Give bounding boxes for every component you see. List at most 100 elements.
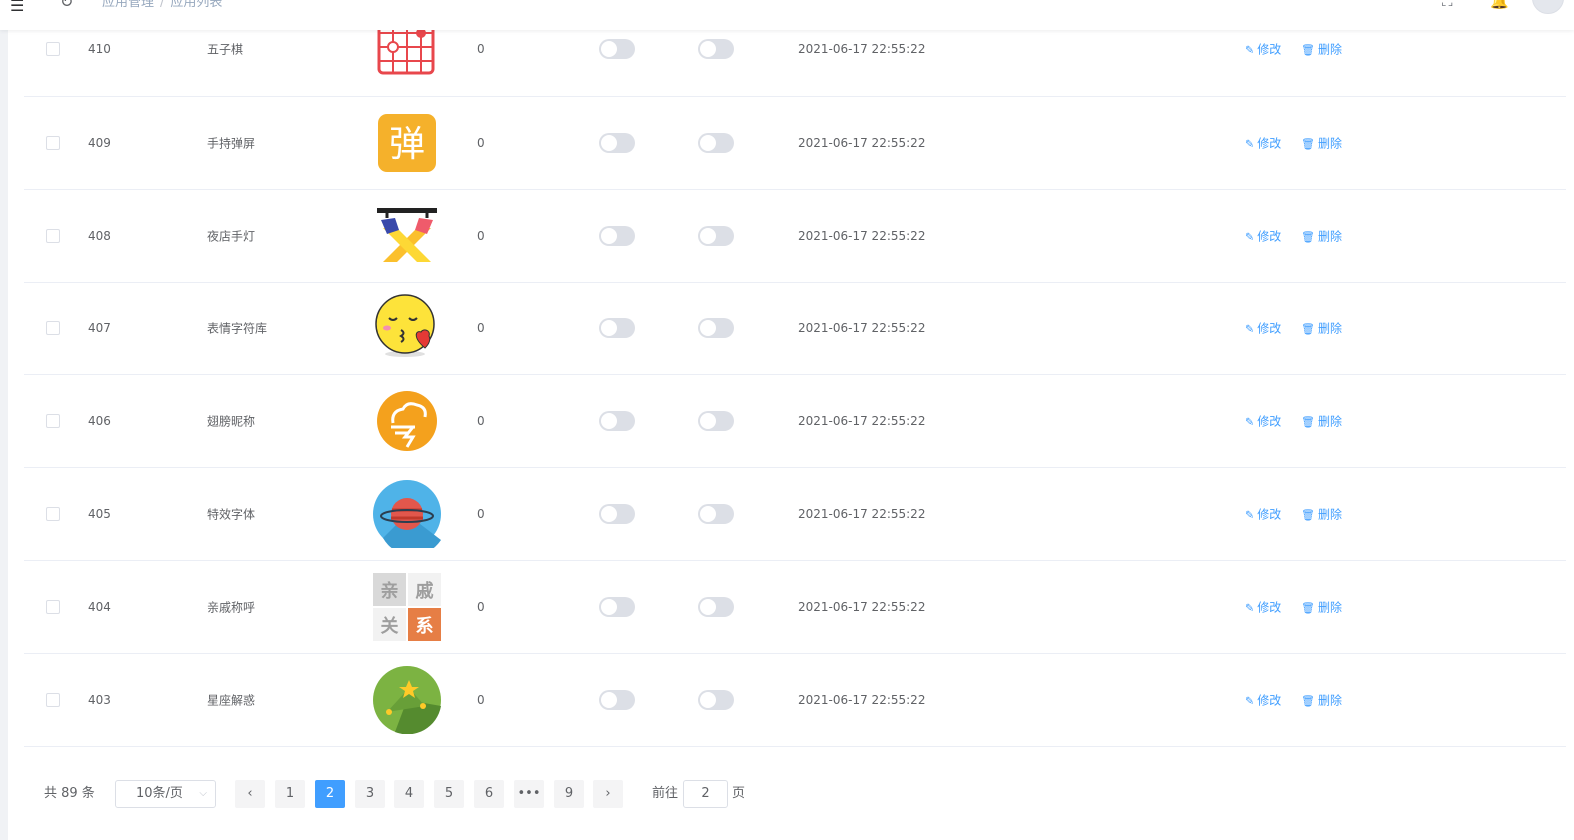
status-switch[interactable] [599, 411, 635, 432]
scrollbar[interactable] [1566, 30, 1574, 840]
app-table: 410 五子棋 0 2021-06-17 22:55:22 ✎ 修改 🗑 删除 40… [24, 0, 1574, 747]
status-switch[interactable] [599, 132, 635, 153]
constellation-icon [373, 665, 441, 735]
status-switch[interactable] [599, 39, 635, 59]
page-size-select[interactable]: 10条/页 ⌵ [115, 780, 216, 808]
status-switch[interactable] [599, 318, 635, 339]
row-checkbox[interactable] [46, 228, 60, 243]
delete-label: 删除 [1317, 600, 1342, 615]
row-checkbox[interactable] [46, 599, 60, 614]
edit-label: 修改 [1257, 136, 1282, 151]
refresh-icon[interactable]: ↻ [60, 0, 73, 11]
app-count: 0 [477, 321, 485, 336]
chevron-right-icon: › [605, 786, 611, 801]
next-page-button[interactable]: › [593, 780, 623, 808]
page-number: 2 [325, 786, 335, 801]
trash-icon: 🗑 [1301, 508, 1315, 522]
edit-button[interactable]: ✎ 修改 [1245, 320, 1281, 337]
delete-button[interactable]: 🗑 删除 [1301, 134, 1342, 151]
edit-button[interactable]: ✎ 修改 [1245, 598, 1281, 615]
table-row: 406 翅膀昵称 0 2021-06-17 22:55:22 ✎ 修改 🗑 删除 [24, 375, 1574, 469]
page-button[interactable]: 9 [554, 780, 584, 808]
goto-page-input[interactable]: 2 [683, 780, 728, 808]
trash-icon: 🗑 [1301, 415, 1315, 429]
recommend-switch[interactable] [698, 504, 734, 525]
breadcrumb-item[interactable]: 应用管理 [102, 0, 154, 10]
edit-button[interactable]: ✎ 修改 [1245, 227, 1281, 244]
created-time: 2021-06-17 22:55:22 [798, 507, 926, 522]
edit-label: 修改 [1257, 693, 1282, 708]
page-number: 4 [404, 786, 414, 801]
delete-button[interactable]: 🗑 删除 [1301, 41, 1342, 58]
row-checkbox[interactable] [46, 692, 60, 707]
recommend-switch[interactable] [698, 411, 734, 432]
app-name: 特效字体 [207, 507, 256, 522]
app-name: 五子棋 [207, 42, 244, 57]
breadcrumb: 应用管理 / 应用列表 [102, 0, 222, 10]
planet-icon [373, 480, 441, 556]
fullscreen-icon[interactable]: ⛶ [1442, 0, 1453, 10]
delete-button[interactable]: 🗑 删除 [1301, 691, 1342, 708]
delete-label: 删除 [1317, 42, 1342, 57]
page-number: 9 [564, 786, 574, 801]
created-time: 2021-06-17 22:55:22 [798, 414, 926, 429]
status-switch[interactable] [599, 596, 635, 617]
app-count: 0 [477, 414, 485, 429]
edit-button[interactable]: ✎ 修改 [1245, 134, 1281, 151]
relatives-glyph: 关 [381, 615, 399, 637]
status-switch[interactable] [599, 504, 635, 525]
page-button[interactable]: 5 [434, 780, 464, 808]
menu-toggle-icon[interactable]: ☰ [10, 0, 24, 15]
recommend-switch[interactable] [698, 596, 734, 617]
created-time: 2021-06-17 22:55:22 [798, 692, 926, 707]
page-button-current[interactable]: 2 [315, 780, 345, 808]
delete-button[interactable]: 🗑 删除 [1301, 598, 1342, 615]
app-id: 404 [88, 599, 111, 614]
row-checkbox[interactable] [46, 507, 60, 522]
edit-button[interactable]: ✎ 修改 [1245, 41, 1281, 58]
recommend-switch[interactable] [698, 225, 734, 246]
avatar[interactable] [1532, 0, 1564, 14]
delete-button[interactable]: 🗑 删除 [1301, 413, 1342, 430]
more-pages-button[interactable]: ••• [514, 780, 544, 808]
row-checkbox[interactable] [46, 414, 60, 429]
prev-page-button[interactable]: ‹ [235, 780, 265, 808]
delete-button[interactable]: 🗑 删除 [1301, 227, 1342, 244]
chevron-down-icon: ⌵ [199, 788, 207, 799]
created-time: 2021-06-17 22:55:22 [798, 228, 926, 243]
bell-icon[interactable]: 🔔 [1490, 0, 1509, 10]
table-row: 408 夜店手灯 0 2021-06-17 22:55:22 ✎ 修改 🗑 删除 [24, 190, 1574, 283]
page-button[interactable]: 3 [355, 780, 385, 808]
content-card: 410 五子棋 0 2021-06-17 22:55:22 ✎ 修改 🗑 删除 40… [8, 0, 1574, 840]
edit-button[interactable]: ✎ 修改 [1245, 506, 1281, 523]
app-id: 410 [88, 42, 111, 56]
row-checkbox[interactable] [46, 135, 60, 150]
created-time: 2021-06-17 22:55:22 [798, 135, 926, 150]
edit-button[interactable]: ✎ 修改 [1245, 413, 1281, 430]
danmu-glyph: 弹 [389, 124, 425, 165]
recommend-switch[interactable] [698, 689, 734, 710]
created-time: 2021-06-17 22:55:22 [798, 321, 926, 336]
delete-button[interactable]: 🗑 删除 [1301, 320, 1342, 337]
status-switch[interactable] [599, 689, 635, 710]
row-checkbox[interactable] [46, 42, 60, 56]
edit-button[interactable]: ✎ 修改 [1245, 691, 1281, 708]
app-name: 表情字符库 [207, 321, 268, 336]
table-row: 404 亲戚称呼 亲 戚 关 系 0 2021-06-17 22:55:22 ✎… [24, 561, 1574, 654]
app-name: 亲戚称呼 [207, 600, 256, 615]
delete-label: 删除 [1317, 229, 1342, 244]
status-switch[interactable] [599, 225, 635, 246]
page-button[interactable]: 4 [394, 780, 424, 808]
recommend-switch[interactable] [698, 132, 734, 153]
recommend-switch[interactable] [698, 318, 734, 339]
edit-icon: ✎ [1245, 601, 1255, 615]
pagination-total: 共 89 条 [44, 786, 95, 801]
delete-button[interactable]: 🗑 删除 [1301, 506, 1342, 523]
page-button[interactable]: 1 [275, 780, 305, 808]
delete-label: 删除 [1317, 693, 1342, 708]
row-checkbox[interactable] [46, 321, 60, 336]
edit-label: 修改 [1257, 600, 1282, 615]
page-button[interactable]: 6 [474, 780, 504, 808]
app-id: 405 [88, 507, 111, 522]
recommend-switch[interactable] [698, 39, 734, 59]
